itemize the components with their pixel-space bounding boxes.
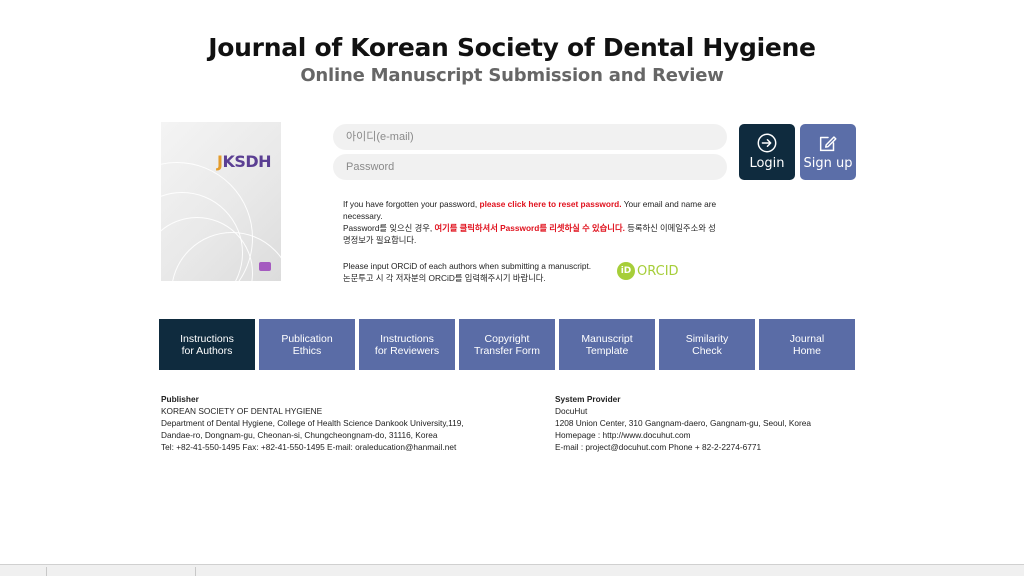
nav-copyright-transfer-form[interactable]: Copyright Transfer Form <box>459 319 555 370</box>
orcid-logo[interactable]: iD ORCID <box>617 261 679 281</box>
provider-address: 1208 Union Center, 310 Gangnam-daero, Ga… <box>555 418 811 428</box>
cover-logo-rest: KSDH <box>222 152 272 171</box>
nav-instructions-for-reviewers[interactable]: Instructions for Reviewers <box>359 319 455 370</box>
publisher-contact: Tel: +82-41-550-1495 Fax: +82-41-550-149… <box>161 442 457 452</box>
orcid-logo-text: ORCID <box>637 263 679 279</box>
status-bar-divider <box>195 567 196 576</box>
publisher-address-1: Department of Dental Hygiene, College of… <box>161 418 464 428</box>
login-button-label: Login <box>749 156 785 171</box>
publisher-address-2: Dandae-ro, Dongnam-gu, Cheonan-si, Chung… <box>161 430 438 440</box>
provider-name: DocuHut <box>555 406 588 416</box>
reset-password-link-en[interactable]: please click here to reset password. <box>480 199 622 209</box>
cover-logo: JKSDH <box>217 152 272 171</box>
bottom-status-bar <box>0 564 1024 576</box>
nav-instructions-for-authors[interactable]: Instructions for Authors <box>159 319 255 370</box>
orcid-id-icon: iD <box>617 262 635 280</box>
reset-password-link-kr[interactable]: 여기를 클릭하셔서 Password를 리셋하실 수 있습니다. <box>434 223 624 233</box>
journal-cover-image: JKSDH <box>161 122 281 281</box>
nav-publication-ethics[interactable]: Publication Ethics <box>259 319 355 370</box>
reset-notice-en: If you have forgotten your password, ple… <box>343 198 718 222</box>
password-reset-notice: If you have forgotten your password, ple… <box>343 198 718 246</box>
password-input[interactable] <box>333 154 727 180</box>
provider-heading: System Provider <box>555 394 621 404</box>
email-id-input[interactable] <box>333 124 727 150</box>
reset-notice-en-text: If you have forgotten your password, <box>343 199 480 209</box>
nav-similarity-check[interactable]: Similarity Check <box>659 319 755 370</box>
nav-manuscript-template[interactable]: Manuscript Template <box>559 319 655 370</box>
nav-journal-home[interactable]: Journal Home <box>759 319 855 370</box>
signup-button-label: Sign up <box>803 156 853 171</box>
provider-homepage[interactable]: Homepage : http://www.docuhut.com <box>555 429 811 441</box>
reset-notice-kr: Password를 잊으신 경우, 여기를 클릭하셔서 Password를 리셋… <box>343 222 718 246</box>
provider-contact: E-mail : project@docuhut.com Phone + 82-… <box>555 442 762 452</box>
publisher-heading: Publisher <box>161 394 199 404</box>
cover-publisher-badge <box>259 262 271 271</box>
edit-pencil-icon <box>819 136 837 152</box>
page-subtitle: Online Manuscript Submission and Review <box>300 65 724 86</box>
footer-publisher: Publisher KOREAN SOCIETY OF DENTAL HYGIE… <box>161 393 464 453</box>
signup-button[interactable]: Sign up <box>800 124 856 180</box>
login-button[interactable]: Login <box>739 124 795 180</box>
reset-notice-kr-text: Password를 잊으신 경우, <box>343 223 435 233</box>
login-arrow-icon <box>757 133 777 153</box>
status-bar-divider <box>46 567 47 576</box>
publisher-name: KOREAN SOCIETY OF DENTAL HYGIENE <box>161 406 323 416</box>
page-title: Journal of Korean Society of Dental Hygi… <box>208 33 816 62</box>
footer-system-provider: System Provider DocuHut 1208 Union Cente… <box>555 393 811 453</box>
